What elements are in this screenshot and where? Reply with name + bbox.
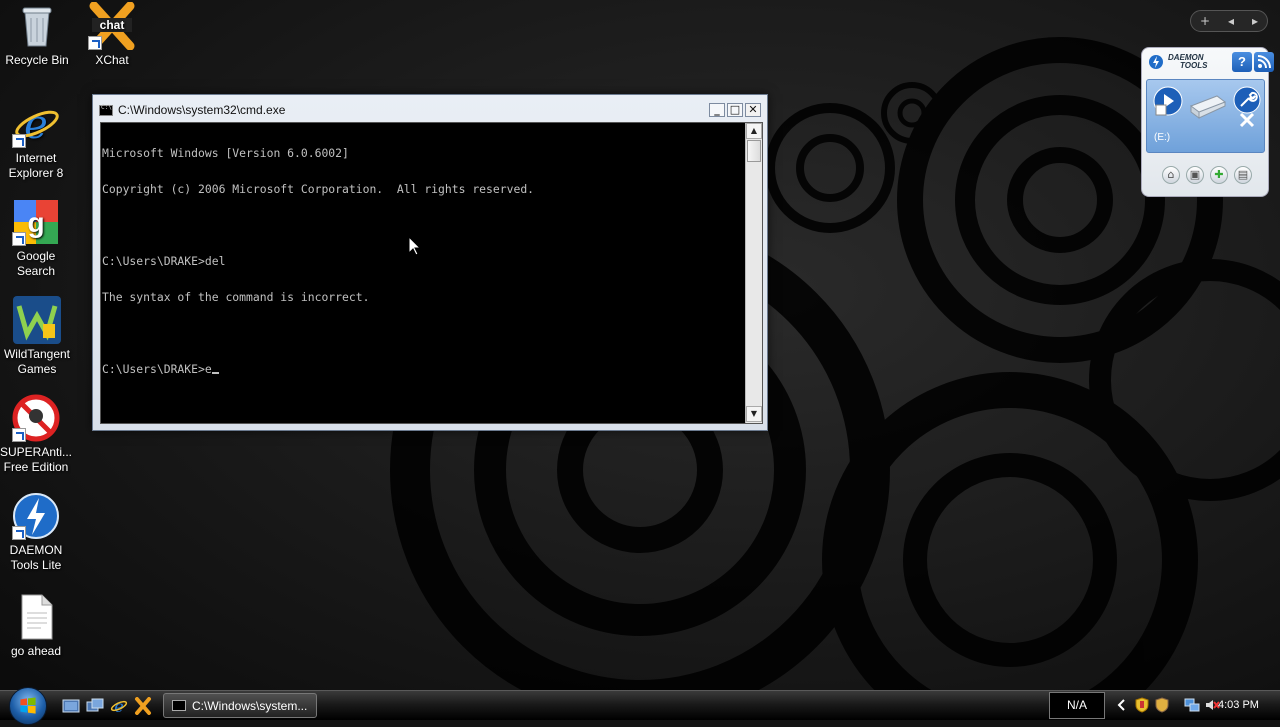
superantispyware-icon [12,394,60,442]
cmd-app-icon[interactable] [99,104,113,116]
network-icon[interactable] [1184,697,1200,713]
show-hidden-icons-chevron-icon[interactable] [1114,697,1130,713]
daemon-gadget-header: DAEMON TOOLS ? [1148,52,1274,74]
xchat-icon: chat [88,2,136,50]
cmd-window-title: C:\Windows\system32\cmd.exe [118,103,286,117]
desktop-icon-recycle-bin[interactable]: Recycle Bin [0,2,75,68]
scroll-thumb[interactable] [747,140,761,162]
taskbar-button-cmd[interactable]: C:\Windows\system... [163,693,317,718]
internet-explorer-icon: e [12,100,60,148]
add-drive-icon[interactable]: ✚ [1210,166,1228,184]
desktop-icon-label: Recycle Bin [5,53,69,67]
daemon-tools-icon [12,492,60,540]
rss-button[interactable] [1254,52,1274,72]
desktop-icon-label: go ahead [10,644,62,658]
desktop-icon-superantispyware[interactable]: SUPERAnti... Free Edition [0,394,74,475]
shortcut-arrow-icon [88,36,102,50]
security-shield-icon[interactable] [1134,697,1150,713]
defender-icon[interactable] [1154,697,1170,713]
daemon-toolbar: ⌂ ▣ ✚ ▤ [1162,166,1252,184]
daemon-logo-icon [1149,55,1163,69]
desktop-icon-label: Google Search [16,249,56,278]
desktop-icon-xchat[interactable]: chat XChat [74,2,150,68]
cmd-titlebar[interactable]: C:\Windows\system32\cmd.exe _ □ ✕ [99,100,761,120]
desktop-icon-label: DAEMON Tools Lite [9,543,63,572]
previous-gadget-page-icon[interactable]: ◂ [1228,14,1234,28]
svg-text:e: e [114,697,123,715]
internet-explorer-quicklaunch-icon[interactable]: e [110,697,128,715]
shortcut-arrow-icon [12,134,26,148]
console-text: Microsoft Windows [Version 6.0.6002] Cop… [102,123,742,399]
daemon-brand-line2: TOOLS [1180,61,1208,70]
console-prompt-line[interactable]: C:\Users\DRAKE>e [102,363,742,375]
desktop-icon-label: WildTangent Games [3,347,71,376]
shortcut-arrow-icon [12,526,26,540]
text-cursor [211,372,219,374]
desktop-icon-internet-explorer[interactable]: e Internet Explorer 8 [0,100,74,181]
daemon-brand: DAEMON TOOLS [1168,54,1207,70]
quick-launch-bar: e [62,697,152,715]
switch-windows-icon[interactable] [86,697,104,715]
desktop-icon-google-search[interactable]: g Google Search [0,198,74,279]
drive-letter-label: (E:) [1154,132,1171,143]
shortcut-arrow-icon [12,428,26,442]
shortcut-arrow-icon [12,232,26,246]
desktop-icon-label: SUPERAnti... Free Edition [0,445,73,474]
maximize-button[interactable]: □ [727,103,743,117]
language-bar[interactable]: N/A [1049,692,1105,719]
rss-icon [1257,55,1271,69]
desktop-icon-daemon-tools[interactable]: DAEMON Tools Lite [0,492,74,573]
image-catalog-icon[interactable]: ▣ [1186,166,1204,184]
cmd-window[interactable]: C:\Windows\system32\cmd.exe _ □ ✕ Micros… [92,94,768,431]
console-line: Copyright (c) 2006 Microsoft Corporation… [102,182,535,196]
svg-text:e: e [24,102,48,148]
vertical-scrollbar[interactable]: ▲ ▼ [745,123,762,423]
svg-text:g: g [27,207,44,238]
start-button[interactable] [9,687,47,725]
svg-text:chat: chat [100,18,125,32]
unmount-x-icon[interactable] [1235,110,1259,130]
daemon-tools-gadget[interactable]: DAEMON TOOLS ? (E:) ⌂ ▣ ✚ ▤ [1141,47,1274,197]
console-line: The syntax of the command is incorrect. [102,290,370,304]
console-output-area[interactable]: Microsoft Windows [Version 6.0.6002] Cop… [100,122,763,424]
virtual-drive-icon [1190,95,1226,119]
desktop-icon-go-ahead[interactable]: go ahead [0,593,74,659]
taskbar-button-label: C:\Windows\system... [192,698,308,713]
cmd-taskbar-icon [172,700,186,711]
windows-logo-icon [20,697,36,714]
recycle-bin-icon [13,2,61,50]
close-button[interactable]: ✕ [745,103,761,117]
system-tray [1114,697,1220,713]
scroll-down-button[interactable]: ▼ [746,406,762,422]
virtual-drive-panel[interactable]: (E:) [1146,79,1265,153]
wildtangent-icon [13,296,61,344]
minimize-button[interactable]: _ [709,103,725,117]
show-desktop-icon[interactable] [62,697,80,715]
google-search-icon: g [12,198,60,246]
text-document-icon [12,593,60,641]
remove-drive-icon[interactable]: ▤ [1234,166,1252,184]
console-line: Microsoft Windows [Version 6.0.6002] [102,146,349,160]
clock[interactable]: 4:03 PM [1218,699,1259,711]
taskbar: e C:\Windows\system... N/A 4:03 PM [0,687,1280,725]
help-button[interactable]: ? [1232,52,1252,72]
sidebar-gadget-controls: + ◂ ▸ [1190,10,1268,32]
stop-icon[interactable] [1155,104,1167,116]
xchat-quicklaunch-icon[interactable] [134,697,152,715]
console-prompt-text: C:\Users\DRAKE>e [102,362,212,376]
lock-drive-icon[interactable]: ⌂ [1162,166,1180,184]
next-gadget-page-icon[interactable]: ▸ [1252,14,1258,28]
scroll-up-button[interactable]: ▲ [746,123,762,139]
desktop-icon-wildtangent[interactable]: WildTangent Games [0,296,75,377]
add-gadget-icon[interactable]: + [1200,14,1210,28]
console-line: C:\Users\DRAKE>del [102,254,226,268]
mouse-pointer-icon [408,236,422,256]
desktop-icon-label: Internet Explorer 8 [8,151,64,180]
desktop-icon-label: XChat [95,53,129,67]
